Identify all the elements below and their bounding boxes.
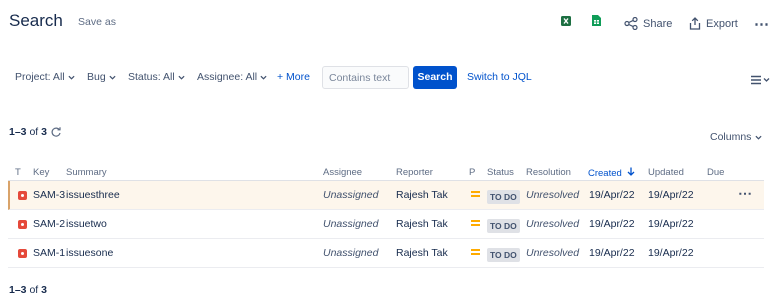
issue-reporter: Rajesh Tak <box>396 218 448 230</box>
refresh-icon[interactable] <box>50 125 62 143</box>
columns-label: Columns <box>710 131 752 143</box>
save-as-button[interactable]: Save as <box>78 16 116 28</box>
excel-icon[interactable] <box>560 14 572 32</box>
chevron-down-icon <box>68 75 75 80</box>
columns-button[interactable]: Columns <box>710 131 762 143</box>
list-view-icon[interactable] <box>750 72 770 90</box>
issue-key[interactable]: SAM-1 <box>33 247 65 259</box>
issue-created: 19/Apr/22 <box>589 218 635 230</box>
col-header-key[interactable]: Key <box>33 167 49 178</box>
assignee-filter-label: Assignee: All <box>197 71 258 83</box>
footer-results-count: 1–3 of 3 <box>9 284 47 296</box>
contains-text-input[interactable]: Contains text <box>322 66 409 89</box>
google-sheets-icon[interactable] <box>591 14 602 32</box>
type-filter[interactable]: Bug <box>87 71 116 83</box>
share-button[interactable]: Share <box>624 17 672 30</box>
col-header-created-label: Created <box>588 168 622 179</box>
issue-assignee: Unassigned <box>323 189 379 201</box>
issue-summary[interactable]: issuetwo <box>66 218 107 230</box>
export-button[interactable]: Export <box>689 17 738 30</box>
project-filter[interactable]: Project: All <box>15 71 75 83</box>
type-filter-label: Bug <box>87 71 106 83</box>
col-header-summary[interactable]: Summary <box>66 167 107 178</box>
results-total: 3 <box>41 126 47 138</box>
priority-medium-icon <box>471 220 480 226</box>
chevron-down-icon <box>109 75 116 80</box>
status-badge[interactable]: TO DO <box>487 248 520 262</box>
priority-medium-icon <box>471 191 480 197</box>
bug-icon <box>18 249 27 258</box>
assignee-filter[interactable]: Assignee: All <box>197 71 267 83</box>
issue-reporter: Rajesh Tak <box>396 247 448 259</box>
issue-assignee: Unassigned <box>323 247 379 259</box>
status-filter-label: Status: All <box>128 71 175 83</box>
issue-created: 19/Apr/22 <box>589 247 635 259</box>
priority-medium-icon <box>471 249 480 255</box>
page-title: Search <box>9 11 63 30</box>
issue-reporter: Rajesh Tak <box>396 189 448 201</box>
issue-assignee: Unassigned <box>323 218 379 230</box>
status-filter[interactable]: Status: All <box>128 71 185 83</box>
bug-icon <box>18 191 27 200</box>
col-header-reporter[interactable]: Reporter <box>396 167 433 178</box>
status-badge[interactable]: TO DO <box>487 219 520 233</box>
col-header-assignee[interactable]: Assignee <box>323 167 362 178</box>
col-header-resolution[interactable]: Resolution <box>526 167 571 178</box>
issue-key[interactable]: SAM-3 <box>33 189 65 201</box>
results-of: of <box>29 126 39 138</box>
footer-of: of <box>29 284 39 296</box>
share-icon <box>624 17 638 30</box>
issue-resolution: Unresolved <box>526 189 580 201</box>
results-range: 1–3 <box>9 126 27 138</box>
col-header-due[interactable]: Due <box>707 167 724 178</box>
col-header-created[interactable]: Created <box>588 167 635 179</box>
issue-summary[interactable]: issuesthree <box>66 189 120 201</box>
more-icon[interactable]: ⋯ <box>754 15 770 33</box>
col-header-priority[interactable]: P <box>469 167 475 178</box>
sort-down-icon <box>627 167 635 176</box>
issue-updated: 19/Apr/22 <box>648 247 694 259</box>
table-row[interactable]: SAM-2 issuetwo Unassigned Rajesh Tak TO … <box>8 210 764 239</box>
footer-range: 1–3 <box>9 284 27 296</box>
issue-resolution: Unresolved <box>526 218 580 230</box>
switch-to-jql-link[interactable]: Switch to JQL <box>467 71 532 83</box>
results-count: 1–3 of 3 <box>9 126 47 138</box>
row-actions-icon[interactable]: ⋯ <box>738 185 753 202</box>
chevron-down-icon <box>178 75 185 80</box>
col-header-status[interactable]: Status <box>487 167 514 178</box>
issue-created: 19/Apr/22 <box>589 189 635 201</box>
col-header-updated[interactable]: Updated <box>648 167 684 178</box>
footer-total: 3 <box>41 284 47 296</box>
issue-resolution: Unresolved <box>526 247 580 259</box>
chevron-down-icon <box>260 75 267 80</box>
issue-key[interactable]: SAM-2 <box>33 218 65 230</box>
export-icon <box>689 17 701 30</box>
issue-summary[interactable]: issuesone <box>66 247 113 259</box>
col-header-type[interactable]: T <box>15 167 21 178</box>
table-row[interactable]: SAM-1 issuesone Unassigned Rajesh Tak TO… <box>8 239 764 268</box>
bug-icon <box>18 220 27 229</box>
more-filters-button[interactable]: + More <box>277 71 310 83</box>
export-label: Export <box>706 17 738 30</box>
search-button[interactable]: Search <box>413 66 457 89</box>
table-row[interactable]: SAM-3 issuesthree Unassigned Rajesh Tak … <box>8 181 764 210</box>
chevron-down-icon <box>755 135 762 140</box>
project-filter-label: Project: All <box>15 71 65 83</box>
status-badge[interactable]: TO DO <box>487 190 520 204</box>
issue-updated: 19/Apr/22 <box>648 218 694 230</box>
issue-updated: 19/Apr/22 <box>648 189 694 201</box>
share-label: Share <box>643 17 673 30</box>
